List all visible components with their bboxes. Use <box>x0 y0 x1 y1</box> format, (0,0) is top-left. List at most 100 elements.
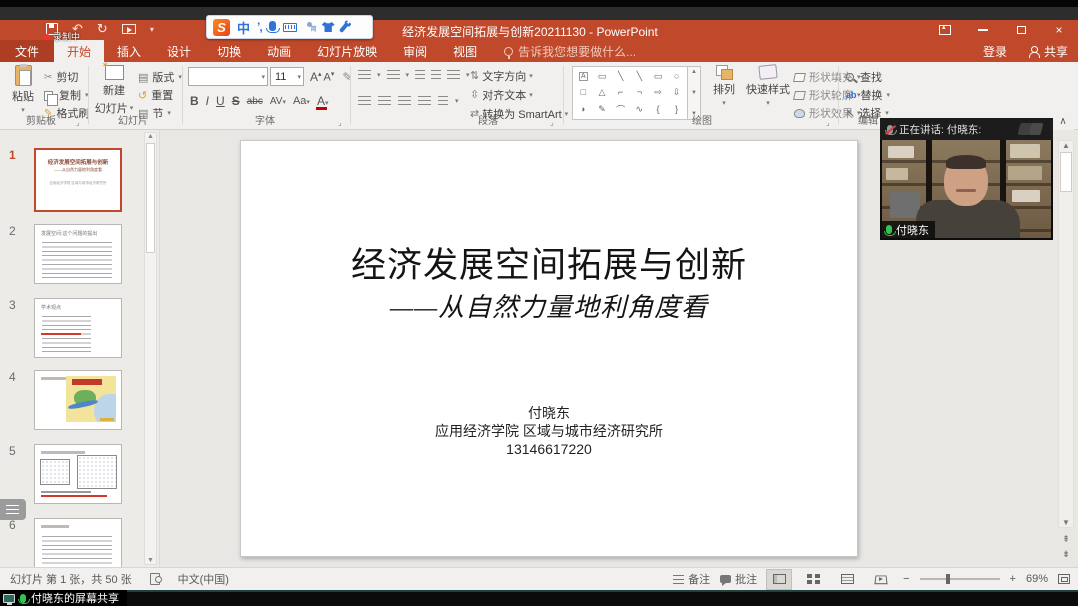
tab-review[interactable]: 审阅 <box>390 40 440 62</box>
shapes-gallery[interactable]: A ▭ ╲ ╲ ▭ ○ □ △ ⌐ ¬ ⇨ ⇩ ◗ ✎ ⌒ ∿ { } <box>572 66 688 120</box>
zoom-slider-thumb[interactable] <box>946 574 950 584</box>
shape-down-arrow-icon[interactable]: ⇩ <box>673 87 681 98</box>
layout-button[interactable]: ▤版式▾ <box>138 68 182 86</box>
screen-share-indicator[interactable]: 付晓东的屏幕共享 <box>0 590 127 606</box>
replace-button[interactable]: ab替换▾ <box>846 86 890 104</box>
tab-design[interactable]: 设计 <box>154 40 204 62</box>
shape-rectangle-icon[interactable]: ▭ <box>654 71 663 82</box>
grow-font-button[interactable]: A▴ <box>310 70 322 84</box>
scroll-up-icon[interactable]: ▲ <box>147 133 154 140</box>
notes-button[interactable]: 备注 <box>673 571 710 587</box>
scroll-down-icon[interactable]: ▼ <box>1062 518 1070 527</box>
character-spacing-button[interactable]: AV▾ <box>270 96 286 107</box>
shape-arc-icon[interactable]: ⌒ <box>616 103 625 116</box>
sogou-logo-icon[interactable]: S <box>213 19 230 36</box>
accessibility-icon[interactable] <box>150 573 160 585</box>
tab-slideshow[interactable]: 幻灯片放映 <box>304 40 390 62</box>
shape-rounded-rect-icon[interactable]: □ <box>581 87 586 97</box>
font-dialog-launcher[interactable]: ⌟ <box>338 118 342 127</box>
tab-animations[interactable]: 动画 <box>254 40 304 62</box>
tell-me-box[interactable]: 告诉我您想要做什么... <box>504 40 636 62</box>
slide-thumbnail-5[interactable] <box>34 444 122 504</box>
bold-button[interactable]: B <box>190 94 199 108</box>
slide-thumbnail-1[interactable]: 经济发展空间拓展与创新 ——从自然力量地利角度看 应用经济学院 区域与城市经济研… <box>34 148 122 212</box>
shape-vertical-textbox-icon[interactable]: ▭ <box>598 71 607 82</box>
scroll-up-icon[interactable]: ▲ <box>1062 141 1070 150</box>
decrease-indent-button[interactable] <box>415 70 425 80</box>
line-spacing-button[interactable] <box>447 70 460 80</box>
arrange-button[interactable]: 排列 ▾ <box>706 65 742 107</box>
ribbon-display-options-button[interactable] <box>926 20 964 40</box>
customize-qat-icon[interactable]: ▾ <box>150 25 154 34</box>
fit-to-window-button[interactable] <box>1058 574 1070 584</box>
ime-skin-icon[interactable] <box>322 22 335 32</box>
quick-styles-button[interactable]: 快速样式 ▾ <box>744 65 792 107</box>
columns-button[interactable] <box>438 96 448 106</box>
gallery-up-icon[interactable]: ▲ <box>691 69 697 75</box>
minimize-button[interactable] <box>964 20 1002 40</box>
italic-button[interactable]: I <box>206 94 209 108</box>
reading-view-button[interactable] <box>835 570 859 589</box>
next-slide-button[interactable]: ⇟ <box>1062 549 1070 560</box>
align-text-button[interactable]: ⇳对齐文本▾ <box>470 85 568 104</box>
shape-line-icon[interactable]: ╲ <box>618 71 623 82</box>
tab-transitions[interactable]: 切换 <box>204 40 254 62</box>
tab-home[interactable]: 开始 <box>54 40 104 62</box>
underline-button[interactable]: U <box>216 94 225 108</box>
slideshow-view-button[interactable] <box>869 570 893 589</box>
clipboard-dialog-launcher[interactable]: ⌟ <box>76 118 80 127</box>
zoom-slider[interactable] <box>920 578 1000 580</box>
slide-thumbnail-4[interactable] <box>34 370 122 430</box>
sogou-ime-toolbar[interactable]: S 中 ’, <box>206 15 373 39</box>
strikethrough-button[interactable]: S <box>232 94 240 108</box>
start-slideshow-icon[interactable] <box>122 24 136 34</box>
find-button[interactable]: 查找 <box>846 68 890 86</box>
justify-button[interactable] <box>418 96 431 106</box>
slide-author-block[interactable]: 付晓东 应用经济学院 区域与城市经济研究所 13146617220 <box>241 404 857 458</box>
bullets-button[interactable] <box>358 70 371 80</box>
copy-button[interactable]: 复制▾ <box>44 86 89 104</box>
ime-tools-icon[interactable] <box>339 22 349 33</box>
new-slide-button[interactable]: 新建 幻灯片▾ <box>94 65 134 116</box>
drawing-dialog-launcher[interactable]: ⌟ <box>826 118 830 127</box>
scrollbar-thumb[interactable] <box>146 143 155 253</box>
share-button[interactable]: 共享 <box>1029 43 1068 60</box>
cut-button[interactable]: ✂剪切 <box>44 68 89 86</box>
slide-canvas[interactable]: 经济发展空间拓展与创新 ——从自然力量地利角度看 付晓东 应用经济学院 区域与城… <box>240 140 858 557</box>
ime-keyboard-icon[interactable] <box>283 23 297 32</box>
shape-curve-icon[interactable]: ∿ <box>636 104 644 115</box>
speaking-indicator-bar[interactable]: 正在讲话: 付晓东: <box>880 118 1053 140</box>
paragraph-dialog-launcher[interactable]: ⌟ <box>550 118 554 127</box>
restore-button[interactable] <box>1002 20 1040 40</box>
shape-textbox-icon[interactable]: A <box>579 72 588 81</box>
slide-scrollbar[interactable]: ▲ ▼ <box>1058 140 1074 528</box>
font-name-combo[interactable]: ▾ <box>188 67 268 86</box>
change-case-button[interactable]: Aa▾ <box>293 95 310 107</box>
slide-sorter-view-button[interactable] <box>801 570 825 589</box>
ime-language-mode[interactable]: 中 <box>237 18 250 37</box>
text-shadow-button[interactable]: abc <box>247 96 263 107</box>
scroll-down-icon[interactable]: ▼ <box>147 557 154 564</box>
shape-oval-icon[interactable]: ○ <box>674 71 679 81</box>
comments-button[interactable]: 批注 <box>720 571 757 587</box>
shape-freeform-icon[interactable]: ✎ <box>598 104 606 115</box>
align-right-button[interactable] <box>398 96 411 106</box>
shape-left-brace-icon[interactable]: { <box>656 104 659 114</box>
slide-thumbnail-6[interactable] <box>34 518 122 567</box>
previous-slide-button[interactable]: ⇞ <box>1062 534 1070 545</box>
zoom-in-button[interactable]: + <box>1010 573 1016 585</box>
shape-elbow-icon[interactable]: ⌐ <box>618 87 623 97</box>
ime-punctuation-icon[interactable]: ’, <box>257 20 262 34</box>
redo-icon[interactable]: ↻ <box>97 21 108 37</box>
paste-button[interactable]: 粘贴 ▾ <box>6 65 40 114</box>
align-left-button[interactable] <box>358 96 371 106</box>
font-color-button[interactable]: A▾ <box>317 94 329 108</box>
numbering-button[interactable] <box>387 70 400 80</box>
tab-view[interactable]: 视图 <box>440 40 490 62</box>
text-direction-button[interactable]: ⇅文字方向▾ <box>470 66 568 85</box>
scrollbar-thumb[interactable] <box>1060 152 1072 192</box>
shape-right-brace-icon[interactable]: } <box>675 104 678 114</box>
slide-title[interactable]: 经济发展空间拓展与创新 <box>241 237 857 288</box>
slide-thumbnail-2[interactable]: 发展空间:这个问题的提出 <box>34 224 122 284</box>
shrink-font-button[interactable]: A▾ <box>324 70 335 84</box>
